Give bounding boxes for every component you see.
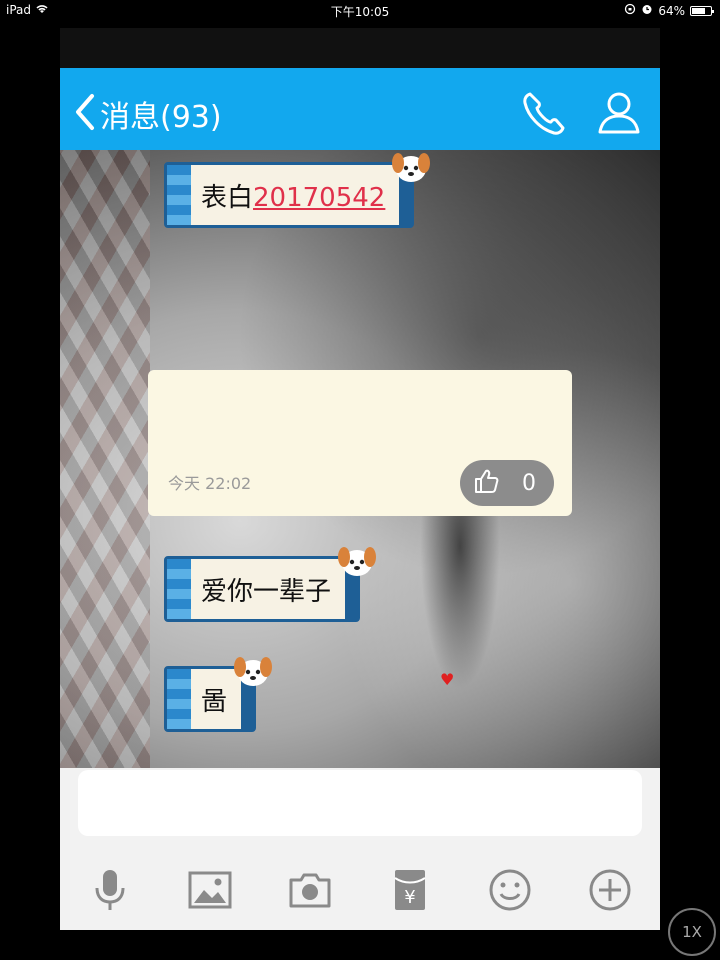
microphone-icon (90, 868, 130, 916)
red-packet-button[interactable]: ¥ (382, 864, 438, 920)
svg-text:¥: ¥ (404, 887, 415, 908)
red-packet-icon: ¥ (390, 868, 430, 916)
card-timestamp: 今天 22:02 (168, 474, 252, 493)
image-button[interactable] (182, 864, 238, 920)
mosaic-overlay (60, 150, 150, 768)
more-button[interactable] (582, 864, 638, 920)
heart-icon: ♥ (440, 670, 455, 689)
message-text: 爱你一辈子 (201, 576, 332, 607)
image-icon (188, 870, 232, 914)
input-toolbar: ¥ (60, 864, 660, 924)
battery-percent: 64% (658, 3, 685, 18)
puppy-sticker-icon (231, 651, 275, 691)
emoji-icon (488, 868, 532, 916)
chat-area[interactable]: ♥ 表白20170542 今天 22:02 0 爱你一辈子 啚 (60, 150, 660, 768)
emoji-button[interactable] (482, 864, 538, 920)
message-bubble[interactable]: 表白20170542 (164, 153, 431, 228)
status-right: 64% (624, 3, 714, 18)
message-text: 表白20170542 (201, 177, 385, 214)
thumbs-up-icon (472, 467, 500, 499)
phone-icon (518, 92, 572, 144)
message-link[interactable]: 20170542 (253, 183, 385, 213)
zoom-button[interactable]: 1X (668, 908, 716, 956)
message-bubble[interactable]: 爱你一辈子 (164, 547, 377, 622)
chevron-left-icon (74, 92, 96, 136)
input-bar: ¥ (60, 768, 660, 930)
rotation-lock-icon (624, 3, 636, 18)
call-button[interactable] (518, 86, 572, 140)
chat-screen: 消息(93) ♥ 表白20170542 今天 22:02 0 爱你一辈子 啚 ¥ (60, 28, 660, 930)
status-bar: iPad 下午10:05 64% (0, 0, 720, 20)
profile-button[interactable] (592, 86, 646, 140)
message-text: 啚 (201, 686, 228, 717)
camera-icon (288, 870, 332, 914)
user-icon (592, 92, 646, 144)
top-band (60, 28, 660, 68)
puppy-sticker-icon (389, 150, 433, 187)
camera-button[interactable] (282, 864, 338, 920)
voice-button[interactable] (82, 864, 138, 920)
puppy-sticker-icon (335, 541, 379, 581)
message-input[interactable] (78, 770, 642, 836)
like-count: 0 (522, 470, 536, 496)
status-time: 下午10:05 (330, 5, 390, 19)
message-prefix: 表白 (201, 182, 254, 213)
battery-icon (690, 5, 714, 16)
like-button[interactable]: 0 (460, 460, 554, 506)
message-bubble[interactable]: 啚 (164, 657, 273, 732)
back-button[interactable]: 消息(93) (74, 92, 222, 136)
alarm-icon (641, 3, 653, 18)
plus-icon (588, 868, 632, 916)
back-label: 消息(93) (100, 100, 222, 135)
message-card[interactable]: 今天 22:02 0 (148, 370, 572, 516)
